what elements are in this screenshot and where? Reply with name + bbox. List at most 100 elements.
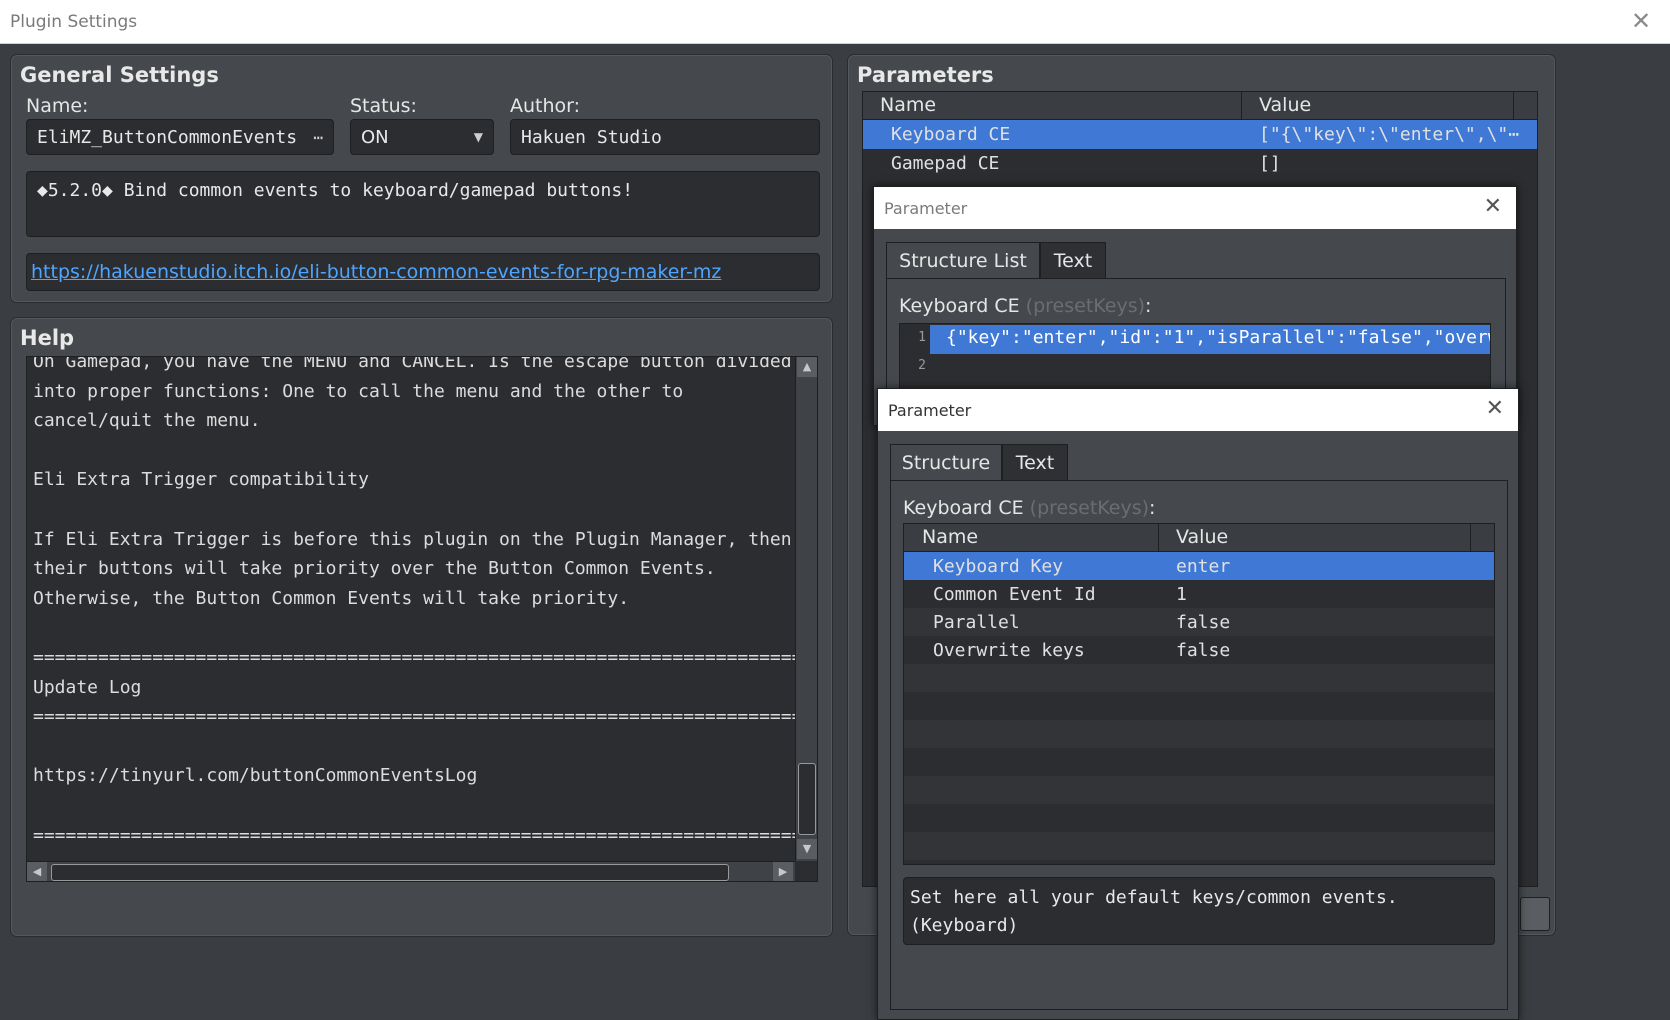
help-line: ========================================… (33, 647, 818, 668)
dialog-title: Parameter (888, 400, 972, 420)
empty-row (904, 832, 1494, 860)
help-text-area[interactable]: On Gamepad, you have the MENU and CANCEL… (26, 356, 818, 882)
row-name: Common Event Id (933, 584, 1096, 605)
field-label: Keyboard CE (presetKeys): (899, 295, 1151, 317)
scroll-down-icon[interactable]: ▼ (797, 839, 817, 859)
window-title: Plugin Settings (10, 11, 138, 32)
scroll-up-icon[interactable]: ▲ (797, 357, 817, 377)
row-value: 1 (1176, 584, 1187, 605)
column-value-header[interactable]: Value (1176, 526, 1228, 548)
structure-row-overwrite-keys[interactable]: Overwrite keys false (904, 636, 1494, 664)
row-name: Keyboard Key (933, 556, 1064, 577)
help-vertical-scrollbar[interactable]: ▲ ▼ (795, 357, 817, 861)
parameter-name: Keyboard CE (891, 124, 1011, 145)
help-hscroll-thumb[interactable] (51, 864, 729, 881)
description-field[interactable]: ◆5.2.0◆ Bind common events to keyboard/g… (26, 171, 820, 237)
parameters-table-header: Name Value (863, 92, 1537, 120)
window-body: General Settings Name: Status: Author: E… (0, 44, 1670, 1020)
scroll-right-icon[interactable]: ▶ (773, 862, 793, 881)
field-label: Keyboard CE (presetKeys): (903, 497, 1155, 519)
plugin-name-field[interactable]: EliMZ_ButtonCommonEvents ⋯ (26, 119, 334, 155)
help-line: ========================================… (33, 706, 818, 728)
empty-row (904, 804, 1494, 832)
ok-button-partial[interactable] (1520, 897, 1550, 931)
status-select[interactable]: ON ▼ (350, 119, 494, 155)
close-icon[interactable]: ✕ (1484, 196, 1502, 218)
row-value: false (1176, 640, 1231, 661)
structure-table[interactable]: Name Value Keyboard Key enter Common Eve… (903, 523, 1495, 865)
url-field[interactable]: https://hakuenstudio.itch.io/eli-button-… (26, 253, 820, 291)
row-name: Overwrite keys (933, 640, 1085, 661)
close-icon[interactable]: ✕ (1486, 398, 1504, 420)
help-horizontal-scrollbar[interactable]: ◀ ▶ (27, 861, 795, 881)
more-icon[interactable]: ⋯ (313, 128, 323, 147)
help-title: Help (20, 326, 75, 350)
status-label: Status: (350, 95, 417, 117)
empty-row (904, 720, 1494, 748)
dialog-titlebar: Parameter ✕ (878, 389, 1518, 431)
help-line: Otherwise, the Button Common Events will… (33, 587, 630, 609)
help-line: https://tinyurl.com/buttonCommonEventsLo… (33, 765, 478, 787)
parameters-title: Parameters (857, 63, 994, 87)
line-number-1: 1 (918, 330, 926, 345)
column-name-header[interactable]: Name (880, 94, 936, 116)
row-name: Parallel (933, 612, 1020, 633)
status-value: ON (361, 126, 389, 148)
plugin-name-value: EliMZ_ButtonCommonEvents (37, 126, 298, 148)
line-number-2: 2 (918, 358, 926, 373)
row-value: false (1176, 612, 1231, 633)
structure-row-keyboard-key[interactable]: Keyboard Key enter (904, 552, 1494, 580)
parameter-description: Set here all your default keys/common ev… (903, 877, 1495, 945)
parameter-row-gamepad-ce[interactable]: Gamepad CE [] (863, 149, 1537, 178)
structure-row-common-event-id[interactable]: Common Event Id 1 (904, 580, 1494, 608)
column-name-header[interactable]: Name (922, 526, 978, 548)
structure-table-header: Name Value (904, 524, 1494, 552)
field-label-colon: : (1145, 295, 1152, 317)
help-scroll-thumb[interactable] (798, 763, 816, 835)
structure-list-item-1[interactable]: {"key":"enter","id":"1","isParallel":"fa… (930, 325, 1490, 354)
description-line-2: (Keyboard) (910, 915, 1019, 936)
window-titlebar: Plugin Settings ✕ (0, 0, 1670, 44)
help-line: into proper functions: One to call the m… (33, 380, 684, 402)
chevron-down-icon[interactable]: ▼ (474, 130, 483, 144)
author-value: Hakuen Studio (521, 126, 662, 148)
help-line: If Eli Extra Trigger is before this plug… (33, 528, 803, 550)
name-label: Name: (26, 95, 89, 117)
structure-list-editor[interactable]: 1 {"key":"enter","id":"1","isParallel":"… (899, 323, 1491, 393)
help-line: On Gamepad, you have the MENU and CANCEL… (33, 356, 792, 372)
tab-text[interactable]: Text (1040, 242, 1106, 278)
plugin-url-link[interactable]: https://hakuenstudio.itch.io/eli-button-… (31, 261, 721, 283)
parameter-name: Gamepad CE (891, 153, 1000, 174)
help-line: Eli Extra Trigger compatibility (33, 469, 369, 491)
tab-structure-list[interactable]: Structure List (886, 242, 1040, 278)
general-settings-title: General Settings (20, 63, 219, 87)
empty-row (904, 664, 1494, 692)
parameter-value: ["{\"key\":\"enter\",\"⋯ (1259, 124, 1520, 145)
field-label-text: Keyboard CE (899, 295, 1020, 317)
structure-row-parallel[interactable]: Parallel false (904, 608, 1494, 636)
empty-row (904, 692, 1494, 720)
author-field[interactable]: Hakuen Studio (510, 119, 820, 155)
column-value-header[interactable]: Value (1259, 94, 1311, 116)
description-line-1: Set here all your default keys/common ev… (910, 887, 1398, 908)
parameter-dialog-structure: Parameter ✕ Structure Text Keyboard CE (… (877, 388, 1519, 1020)
dialog-titlebar: Parameter ✕ (874, 187, 1516, 229)
help-line: cancel/quit the menu. (33, 410, 261, 432)
scroll-left-icon[interactable]: ◀ (27, 862, 47, 881)
help-line: their buttons will take priority over th… (33, 558, 716, 580)
help-panel: Help On Gamepad, you have the MENU and C… (10, 317, 833, 937)
empty-row (904, 776, 1494, 804)
author-label: Author: (510, 95, 581, 117)
tab-text[interactable]: Text (1002, 444, 1068, 480)
close-icon[interactable]: ✕ (1630, 9, 1652, 33)
empty-row (904, 748, 1494, 776)
field-hint: (presetKeys) (1025, 295, 1146, 317)
parameter-row-keyboard-ce[interactable]: Keyboard CE ["{\"key\":\"enter\",\"⋯ (863, 120, 1537, 149)
tab-structure[interactable]: Structure (890, 444, 1002, 480)
help-line: Update Log (33, 676, 142, 698)
dialog-title: Parameter (884, 198, 968, 218)
description-text: ◆5.2.0◆ Bind common events to keyboard/g… (37, 180, 634, 201)
parameter-value: [] (1259, 153, 1281, 174)
general-settings-panel: General Settings Name: Status: Author: E… (10, 54, 833, 303)
help-line: ========================================… (33, 824, 818, 846)
